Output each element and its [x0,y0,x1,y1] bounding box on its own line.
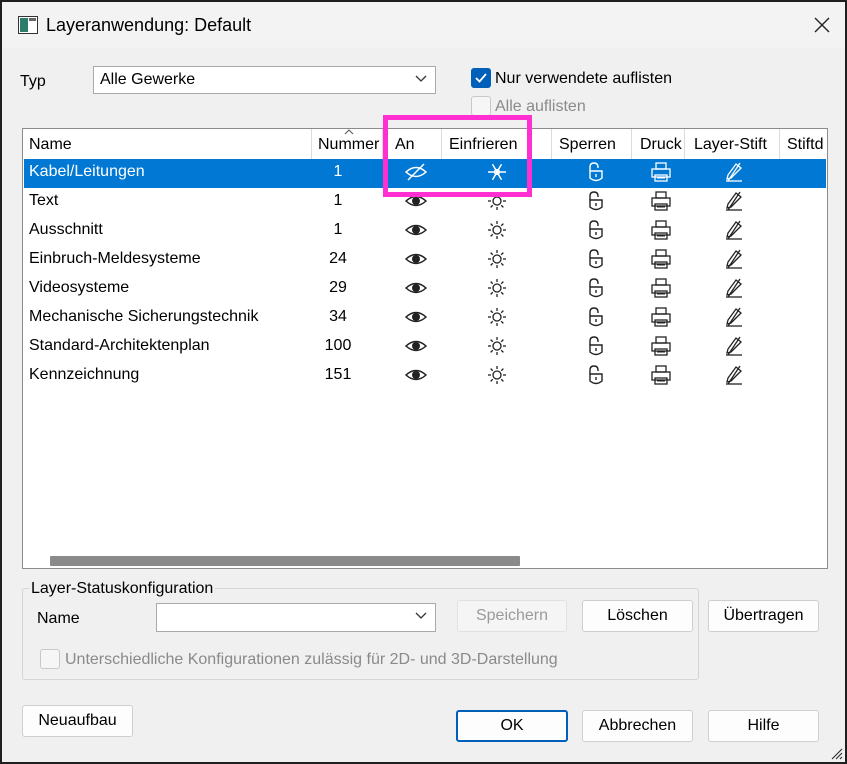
pen-icon[interactable] [722,191,746,213]
pen-icon[interactable] [722,220,746,242]
row-name: Ausschnitt [29,221,103,238]
cancel-button[interactable]: Abbrechen [582,710,693,742]
chevron-down-icon [415,75,427,82]
save-button[interactable]: Speichern [457,600,567,632]
delete-button[interactable]: Löschen [582,600,693,632]
column-header-lock[interactable]: Sperren [552,129,632,159]
annotation-highlight-box [383,115,532,197]
unlocked-lock-icon[interactable] [584,307,608,329]
pen-icon[interactable] [722,278,746,300]
column-header-layer-pen[interactable]: Layer-Stift [685,129,780,159]
sun-icon[interactable] [485,278,509,300]
table-row[interactable]: Einbruch-Meldesysteme 24 [24,246,826,275]
all-label[interactable]: Alle auflisten [495,98,586,116]
row-name: Text [29,192,59,209]
eye-icon[interactable] [404,220,428,242]
sun-icon[interactable] [485,220,509,242]
row-number: 1 [333,221,343,238]
row-number: 29 [329,279,347,296]
column-header-name[interactable]: Name [23,129,312,159]
all-checkbox[interactable] [471,96,491,116]
eye-icon[interactable] [404,249,428,271]
row-name: Kabel/Leitungen [29,163,145,180]
row-number: 34 [329,308,347,325]
sun-icon[interactable] [485,365,509,387]
close-button[interactable] [799,2,845,48]
unlocked-lock-icon[interactable] [584,336,608,358]
help-button[interactable]: Hilfe [708,710,819,742]
dialog-window: Layeranwendung: Default Typ Alle Gewerke… [0,0,847,764]
resize-grip-icon[interactable] [829,746,843,760]
unlocked-lock-icon[interactable] [584,162,608,184]
sort-ascending-icon [344,129,354,135]
printer-icon[interactable] [649,220,673,242]
eye-icon[interactable] [404,278,428,300]
printer-icon[interactable] [649,191,673,213]
printer-icon[interactable] [649,278,673,300]
pen-icon[interactable] [722,162,746,184]
unlocked-lock-icon[interactable] [584,365,608,387]
different-configs-label[interactable]: Unterschiedliche Konfigurationen zulässi… [65,651,558,669]
sun-icon[interactable] [485,336,509,358]
horizontal-scrollbar[interactable] [23,550,827,568]
sun-icon[interactable] [485,307,509,329]
table-row[interactable]: Videosysteme 29 [24,275,826,304]
row-number: 1 [333,192,343,209]
printer-icon[interactable] [649,365,673,387]
type-dropdown[interactable]: Alle Gewerke [93,66,436,94]
pen-icon[interactable] [722,336,746,358]
different-configs-checkbox[interactable] [40,649,60,669]
unlocked-lock-icon[interactable] [584,191,608,213]
table-row[interactable]: Mechanische Sicherungstechnik 34 [24,304,826,333]
row-name: Einbruch-Meldesysteme [29,250,201,267]
column-header-print[interactable]: Druck [632,129,685,159]
chevron-down-icon [415,612,427,619]
transfer-button[interactable]: Übertragen [708,600,819,632]
unlocked-lock-icon[interactable] [584,249,608,271]
eye-icon[interactable] [404,365,428,387]
window-title: Layeranwendung: Default [46,15,252,35]
pen-icon[interactable] [722,249,746,271]
unlocked-lock-icon[interactable] [584,220,608,242]
layer-status-group-title: Layer-Statuskonfiguration [29,580,216,598]
row-number: 100 [324,337,352,354]
row-name: Kennzeichnung [29,366,140,383]
row-number: 1 [333,163,343,180]
row-number: 24 [329,250,347,267]
ok-button[interactable]: OK [456,710,568,742]
only-used-label[interactable]: Nur verwendete auflisten [495,70,672,88]
column-header-number[interactable]: Nummer [312,129,383,159]
printer-icon[interactable] [649,162,673,184]
only-used-checkbox[interactable] [471,68,491,88]
type-label: Typ [20,73,46,90]
table-row[interactable]: Standard-Architektenplan 100 [24,333,826,362]
config-name-dropdown[interactable] [156,603,436,632]
column-header-pen-thickness[interactable]: Stiftd [780,129,827,159]
close-icon [814,17,830,33]
type-dropdown-value: Alle Gewerke [100,71,196,88]
eye-icon[interactable] [404,336,428,358]
app-window-icon [18,16,38,34]
printer-icon[interactable] [649,336,673,358]
horizontal-scrollbar-thumb[interactable] [50,556,520,566]
printer-icon[interactable] [649,249,673,271]
pen-icon[interactable] [722,365,746,387]
sun-icon[interactable] [485,249,509,271]
printer-icon[interactable] [649,307,673,329]
checkmark-icon [475,73,487,83]
table-row[interactable]: Ausschnitt 1 [24,217,826,246]
rebuild-button[interactable]: Neuaufbau [22,705,133,737]
row-name: Mechanische Sicherungstechnik [29,308,259,325]
pen-icon[interactable] [722,307,746,329]
eye-icon[interactable] [404,307,428,329]
unlocked-lock-icon[interactable] [584,278,608,300]
table-row[interactable]: Kennzeichnung 151 [24,362,826,391]
title-bar: Layeranwendung: Default [2,2,845,48]
config-name-label: Name [37,610,80,627]
row-number: 151 [324,366,352,383]
row-name: Standard-Architektenplan [29,337,210,354]
row-name: Videosysteme [29,279,130,296]
